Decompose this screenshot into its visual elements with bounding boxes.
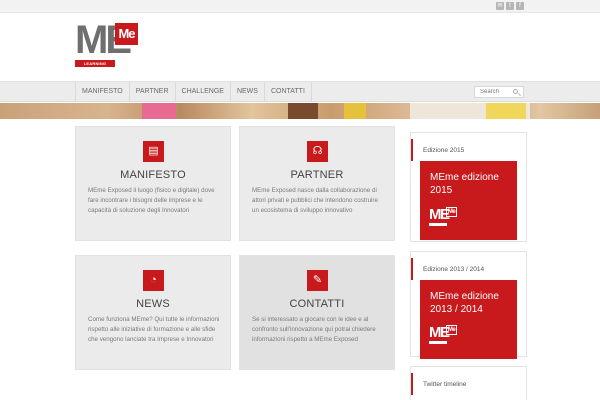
widget-twitter-timeline: Twitter timeline — [410, 366, 527, 400]
main-navigation: MANIFESTO PARTNER CHALLENGE NEWS CONTATT… — [0, 81, 600, 102]
search-icon[interactable] — [513, 89, 518, 94]
card-news[interactable]: ◔ NEWS Come funziona MEme? Qui tutte le … — [75, 255, 231, 370]
widget-title: Edizione 2013 / 2014 — [411, 258, 526, 280]
hero-banner — [0, 103, 600, 119]
nav-item-manifesto[interactable]: MANIFESTO — [75, 82, 129, 102]
card-text: MEme Exposed il luogo (fisico e digitale… — [88, 187, 215, 214]
promo-title: MEme edizione 2015 — [430, 172, 499, 196]
nav-item-contatti[interactable]: CONTATTI — [263, 82, 312, 102]
logo-box: Me — [115, 23, 138, 45]
facebook-icon[interactable]: f — [516, 2, 524, 10]
nav-item-challenge[interactable]: CHALLENGE — [174, 82, 230, 102]
meme-logo-icon: ME Me — [429, 207, 459, 227]
meme-logo-icon: ME Me — [429, 325, 459, 345]
card-partner[interactable]: ☊ PARTNER MEme Exposed nasce dalla colla… — [239, 126, 395, 241]
nav-item-news[interactable]: NEWS — [229, 82, 264, 102]
top-bar: ✉ t f — [0, 0, 600, 13]
twitter-icon[interactable]: t — [506, 2, 514, 10]
card-title: CONTATTI — [289, 298, 345, 310]
nav-menu: MANIFESTO PARTNER CHALLENGE NEWS CONTATT… — [75, 82, 312, 102]
mail-icon[interactable]: ✉ — [496, 2, 504, 10]
megaphone-icon: ◔ — [143, 270, 164, 291]
promo-title: MEme edizione 2013 / 2014 — [430, 291, 499, 315]
card-title: NEWS — [136, 298, 170, 310]
handshake-icon: ☊ — [307, 141, 328, 162]
logo-tagline: LEARNING EXPOSED — [75, 60, 115, 73]
card-title: MANIFESTO — [120, 169, 186, 181]
widget-edizione-2015: Edizione 2015 MEme edizione 2015 ME Me — [410, 132, 527, 242]
card-contatti[interactable]: ✎ CONTATTI Se si interessato a giocare c… — [239, 255, 395, 370]
widget-title: Twitter timeline — [411, 373, 526, 395]
nav-item-partner[interactable]: PARTNER — [128, 82, 175, 102]
promo-edizione-2015[interactable]: MEme edizione 2015 ME Me — [420, 161, 517, 240]
pencil-icon: ✎ — [307, 270, 328, 291]
card-text: MEme Exposed nasce dalla collaborazione … — [252, 187, 378, 214]
social-links: ✉ t f — [496, 2, 524, 10]
widget-title: Edizione 2015 — [411, 139, 526, 161]
card-manifesto[interactable]: ▤ MANIFESTO MEme Exposed il luogo (fisic… — [75, 126, 231, 241]
promo-edizione-2013-2014[interactable]: MEme edizione 2013 / 2014 ME Me — [420, 280, 517, 359]
site-logo[interactable]: ME Me LEARNING EXPOSED — [75, 20, 139, 73]
card-text: Se si interessato a giocare con le idee … — [252, 316, 376, 343]
widget-edizione-2013-2014: Edizione 2013 / 2014 MEme edizione 2013 … — [410, 251, 527, 359]
document-icon: ▤ — [143, 141, 164, 162]
card-title: PARTNER — [290, 169, 344, 181]
card-text: Come funziona MEme? Qui tutte le informa… — [88, 316, 220, 343]
